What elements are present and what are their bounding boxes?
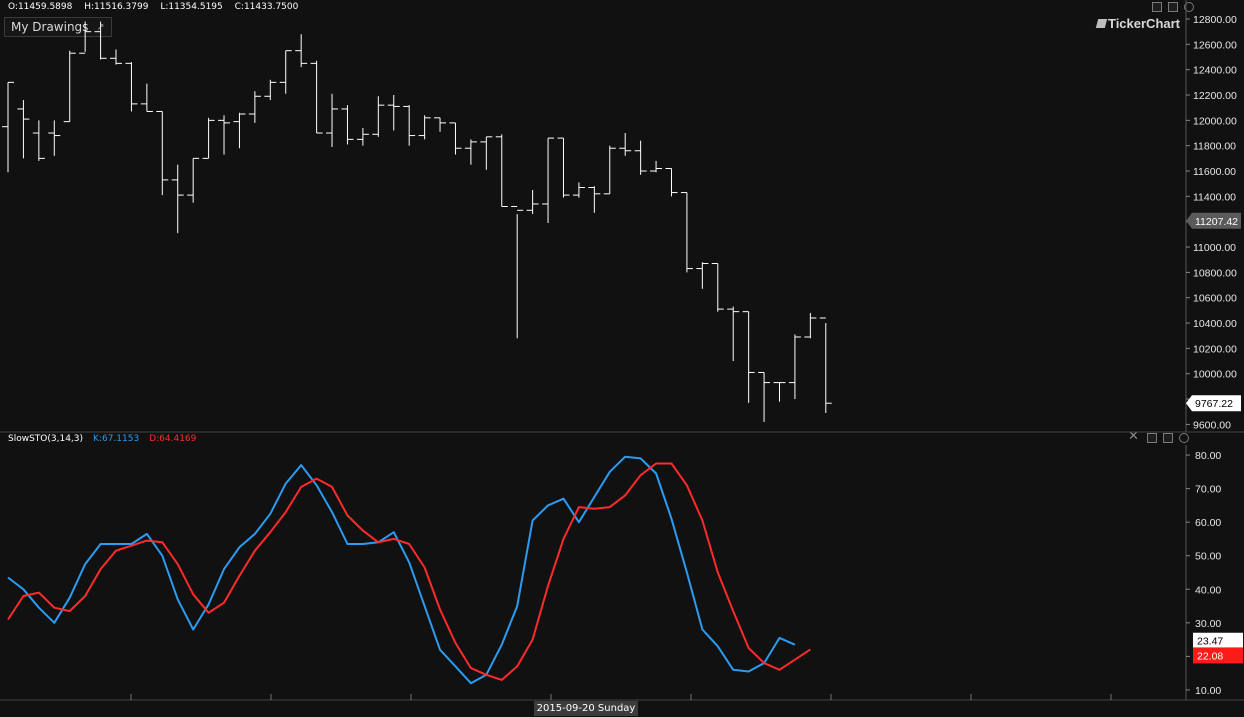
- sto-tick-label: 40.00: [1195, 584, 1221, 596]
- ohlc-bar: [711, 263, 724, 312]
- ohlc-bar: [758, 371, 771, 422]
- ohlc-bar: [619, 133, 632, 156]
- last-price-tag-label: 9767.22: [1195, 398, 1233, 410]
- ohlc-bar: [526, 190, 539, 215]
- price-tick-label: 12400.00: [1193, 65, 1237, 77]
- ohlc-bar: [511, 205, 524, 339]
- ohlc-bar: [17, 100, 30, 159]
- ohlc-bar: [680, 192, 693, 273]
- ohlc-bar: [819, 317, 832, 413]
- ohlc-bar: [727, 306, 740, 362]
- ohlc-bar: [156, 110, 169, 196]
- price-tick-label: 10800.00: [1193, 267, 1237, 279]
- ohlc-bar: [387, 95, 400, 131]
- chart-canvas[interactable]: 12800.00 12600.00 12400.00 12200.00 12000.00…: [0, 0, 1244, 717]
- ohlc-bar: [696, 262, 709, 289]
- price-tick-label: 10600.00: [1193, 293, 1237, 305]
- ohlc-bar: [2, 81, 14, 173]
- sto-tick-label: 80.00: [1195, 450, 1221, 462]
- price-pane: [2, 21, 832, 422]
- ohlc-bar: [403, 105, 416, 146]
- price-tick-label: 10400.00: [1193, 318, 1237, 330]
- stochastic-axis: 80.0070.0060.0050.0040.0030.0020.0010.00…: [1185, 445, 1243, 700]
- ohlc-bar: [94, 21, 107, 60]
- last-price-tag-label: 11207.42: [1195, 216, 1238, 228]
- ohlc-bar: [48, 120, 61, 156]
- ohlc-bar: [264, 79, 277, 101]
- ohlc-bar: [804, 312, 817, 339]
- ohlc-bar: [464, 139, 477, 165]
- ohlc-bar: [140, 83, 153, 112]
- ohlc-bar: [634, 140, 647, 175]
- ohlc-bar: [418, 115, 431, 140]
- price-tick-label: 12200.00: [1193, 90, 1237, 102]
- ohlc-bar: [279, 50, 292, 94]
- ohlc-bar: [588, 186, 601, 213]
- ohlc-bar: [295, 34, 308, 68]
- sto-series-d: [7, 462, 811, 681]
- ohlc-bar: [218, 115, 231, 155]
- crosshair-date-label: 2015-09-20 Sunday: [534, 701, 638, 716]
- ohlc-bar: [187, 157, 200, 203]
- price-axis: 12800.00 12600.00 12400.00 12200.00 12000.00…: [1185, 0, 1241, 432]
- ohlc-bar: [542, 137, 555, 223]
- ohlc-bar: [603, 145, 616, 195]
- sto-last-tag-label: 22.08: [1197, 650, 1223, 662]
- ohlc-bar: [341, 105, 354, 145]
- ohlc-bar: [32, 120, 45, 161]
- ohlc-bar: [773, 382, 786, 402]
- price-tick-label: 11000.00: [1193, 242, 1236, 254]
- price-tick-label: 11800.00: [1193, 141, 1236, 153]
- ohlc-bar: [233, 112, 246, 149]
- ohlc-bar: [557, 137, 570, 198]
- ohlc-bar: [788, 334, 801, 400]
- price-tick-label: 11600.00: [1193, 166, 1236, 178]
- ohlc-bar: [742, 311, 755, 403]
- stochastic-pane: [7, 455, 811, 685]
- ohlc-bar: [326, 93, 339, 147]
- ohlc-bar: [248, 91, 261, 123]
- sto-last-tag-label: 23.47: [1197, 636, 1223, 648]
- sto-tick-label: 50.00: [1195, 551, 1221, 563]
- ohlc-bar: [125, 62, 138, 112]
- ohlc-bar: [572, 182, 585, 198]
- ohlc-bar: [171, 164, 184, 234]
- price-tick-label: 12000.00: [1193, 115, 1237, 127]
- ohlc-bar: [650, 160, 663, 173]
- sto-tick-label: 70.00: [1195, 484, 1221, 496]
- sto-tick-label: 10.00: [1195, 685, 1221, 697]
- ohlc-bar: [449, 122, 462, 155]
- sto-series-k: [7, 455, 796, 685]
- sto-tick-label: 60.00: [1195, 517, 1221, 529]
- price-tick-label: 12600.00: [1193, 39, 1237, 51]
- chart-window: O:11459.5898 H:11516.3799 L:11354.5195 C…: [0, 0, 1244, 717]
- price-tick-label: 10200.00: [1193, 343, 1237, 355]
- ohlc-bar: [495, 134, 508, 207]
- ohlc-bar: [665, 167, 678, 197]
- ohlc-bar: [63, 50, 76, 123]
- sto-tick-label: 30.00: [1195, 618, 1221, 630]
- price-tick-label: 12800.00: [1193, 14, 1237, 26]
- price-tick-label: 9600.00: [1193, 419, 1231, 431]
- ohlc-bar: [202, 117, 215, 159]
- price-tick-label: 11400.00: [1193, 191, 1236, 203]
- time-axis: [0, 694, 1244, 701]
- ohlc-bar: [110, 49, 123, 65]
- ohlc-bar: [372, 96, 385, 137]
- ohlc-bar: [434, 117, 447, 132]
- ohlc-bar: [79, 21, 92, 54]
- ohlc-bar: [480, 136, 493, 170]
- ohlc-bar: [310, 60, 323, 134]
- price-tick-label: 10000.00: [1193, 369, 1237, 381]
- ohlc-bar: [356, 127, 369, 146]
